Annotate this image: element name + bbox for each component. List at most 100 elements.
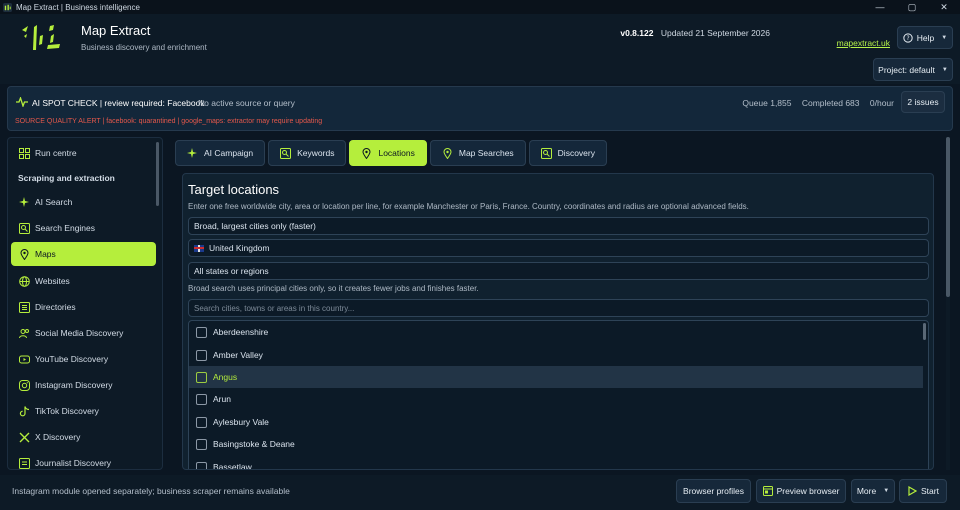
list-item[interactable]: Angus	[189, 366, 923, 388]
maximize-button[interactable]: ▢	[896, 0, 928, 14]
sidebar-item-social-media[interactable]: Social Media Discovery	[11, 321, 156, 345]
spot-check-title: AI SPOT CHECK | review required: Faceboo…	[32, 98, 205, 108]
close-button[interactable]: ✕	[928, 0, 960, 14]
updated-date: Updated 21 September 2026	[660, 28, 770, 38]
sidebar-item-websites[interactable]: Websites	[11, 269, 156, 293]
list-item[interactable]: Basingstoke & Deane	[189, 433, 923, 455]
checkbox[interactable]	[196, 416, 207, 428]
sidebar-item-label: Search Engines	[35, 223, 96, 233]
uk-flag-icon	[194, 244, 204, 252]
sidebar-item-search-engines[interactable]: Search Engines	[11, 216, 156, 240]
app-subtitle: Business discovery and enrichment	[81, 43, 207, 52]
tab-label: Locations	[378, 148, 415, 158]
sidebar-item-instagram[interactable]: Instagram Discovery	[11, 373, 156, 397]
sidebar-item-tiktok[interactable]: TikTok Discovery	[11, 399, 156, 423]
region-select[interactable]: All states or regions	[188, 262, 929, 280]
checkbox[interactable]	[196, 393, 207, 405]
country-value: United Kingdom	[209, 243, 270, 253]
sidebar-item-label: TikTok Discovery	[35, 406, 99, 416]
list-item-label: Basingstoke & Deane	[213, 439, 295, 449]
broad-search-note: Broad search uses principal cities only,…	[188, 284, 479, 293]
sidebar-item-run-centre[interactable]: Run centre	[11, 141, 156, 165]
site-link[interactable]: mapextract.uk	[837, 38, 890, 48]
sidebar-item-x[interactable]: X Discovery	[11, 425, 156, 449]
youtube-icon	[19, 355, 30, 363]
list-item-label: Aberdeenshire	[213, 327, 269, 337]
discovery-icon	[540, 147, 552, 159]
list-item[interactable]: Arun	[189, 388, 923, 410]
sidebar-item-label: YouTube Discovery	[35, 354, 109, 364]
chevron-down-icon: ▼	[883, 488, 890, 494]
tab-locations[interactable]: Locations	[349, 140, 427, 166]
sidebar-item-label: Journalist Discovery	[35, 458, 112, 468]
globe-icon	[19, 275, 30, 287]
list-item[interactable]: Aberdeenshire	[189, 321, 923, 343]
help-button[interactable]: ? Help ▼	[897, 26, 953, 49]
checkbox[interactable]	[196, 438, 207, 450]
start-button[interactable]: Start	[899, 479, 947, 503]
country-select[interactable]: United Kingdom	[188, 239, 929, 257]
version-info: v0.8.122 Updated 21 September 2026	[620, 28, 770, 38]
more-button[interactable]: More ▼	[851, 479, 895, 503]
sidebar-item-label: X Discovery	[35, 432, 81, 442]
list-item-label: Bassetlaw	[213, 462, 252, 470]
start-label: Start	[921, 486, 939, 496]
region-value: All states or regions	[194, 266, 269, 276]
help-circle-icon: ?	[903, 32, 913, 43]
tab-label: Map Searches	[458, 148, 514, 158]
source-status: No active source or query	[198, 98, 295, 108]
search-engine-icon	[19, 222, 30, 234]
window-controls: — ▢ ✕	[864, 0, 960, 14]
sidebar-item-youtube[interactable]: YouTube Discovery	[11, 347, 156, 371]
project-label: Project: default	[878, 64, 935, 75]
search-mode-select[interactable]: Broad, largest cities only (faster)	[188, 217, 929, 235]
checkbox[interactable]	[196, 326, 207, 338]
sidebar-item-directories[interactable]: Directories	[11, 295, 156, 319]
sparkle-icon	[19, 196, 29, 207]
map-pin-icon	[443, 147, 452, 159]
list-item[interactable]: Amber Valley	[189, 344, 923, 366]
browser-profiles-button[interactable]: Browser profiles	[676, 479, 751, 503]
window-title: Map Extract | Business intelligence	[16, 2, 140, 12]
sidebar: Run centre Scraping and extraction AI Se…	[7, 137, 163, 470]
tab-ai-campaign[interactable]: AI Campaign	[175, 140, 266, 166]
sidebar-item-label: Social Media Discovery	[35, 328, 124, 338]
list-item[interactable]: Bassetlaw	[189, 456, 923, 470]
preview-browser-button[interactable]: Preview browser	[756, 479, 846, 503]
list-item-label: Amber Valley	[213, 350, 263, 360]
map-pin-icon	[362, 147, 371, 159]
list-item-label: Aylesbury Vale	[213, 417, 269, 427]
issues-button[interactable]: 2 issues	[901, 91, 945, 113]
section-description: Enter one free worldwide city, area or l…	[188, 202, 749, 211]
sparkle-icon	[187, 147, 197, 158]
map-extract-logo-icon	[22, 25, 60, 50]
help-label: Help	[916, 32, 935, 43]
checkbox[interactable]	[196, 371, 207, 383]
queue-stats: Queue 1,855 Completed 683 0/hour	[734, 98, 894, 108]
app-logo-icon	[3, 2, 12, 12]
grid-icon	[19, 147, 30, 159]
sidebar-item-journalist[interactable]: Journalist Discovery	[11, 451, 156, 469]
location-search-input[interactable]: Search cities, towns or areas in this co…	[188, 299, 929, 317]
tab-map-searches[interactable]: Map Searches	[429, 140, 526, 166]
footer-bar: Instagram module opened separately; busi…	[0, 475, 960, 510]
minimize-button[interactable]: —	[864, 0, 896, 14]
queue-count: Queue 1,855	[742, 98, 792, 108]
tab-label: Keywords	[297, 148, 335, 158]
checkbox[interactable]	[196, 461, 207, 469]
sidebar-scrollbar[interactable]	[156, 142, 159, 206]
tab-bar: AI Campaign Keywords Locations Map Searc…	[175, 140, 607, 166]
list-item[interactable]: Aylesbury Vale	[189, 411, 923, 433]
checkbox[interactable]	[196, 349, 207, 361]
tab-keywords[interactable]: Keywords	[268, 140, 347, 166]
chevron-down-icon: ▼	[941, 34, 948, 41]
list-scrollbar[interactable]	[923, 323, 926, 340]
sidebar-item-maps[interactable]: Maps	[11, 242, 156, 266]
location-list: Aberdeenshire Amber Valley Angus Arun Ay…	[188, 320, 929, 470]
main-scrollbar[interactable]	[946, 137, 950, 470]
project-selector[interactable]: Project: default ▼	[873, 58, 953, 81]
sidebar-item-ai-search[interactable]: AI Search	[11, 190, 156, 214]
tab-discovery[interactable]: Discovery	[528, 140, 607, 166]
sidebar-item-label: Run centre	[35, 148, 77, 158]
people-icon	[19, 328, 29, 338]
